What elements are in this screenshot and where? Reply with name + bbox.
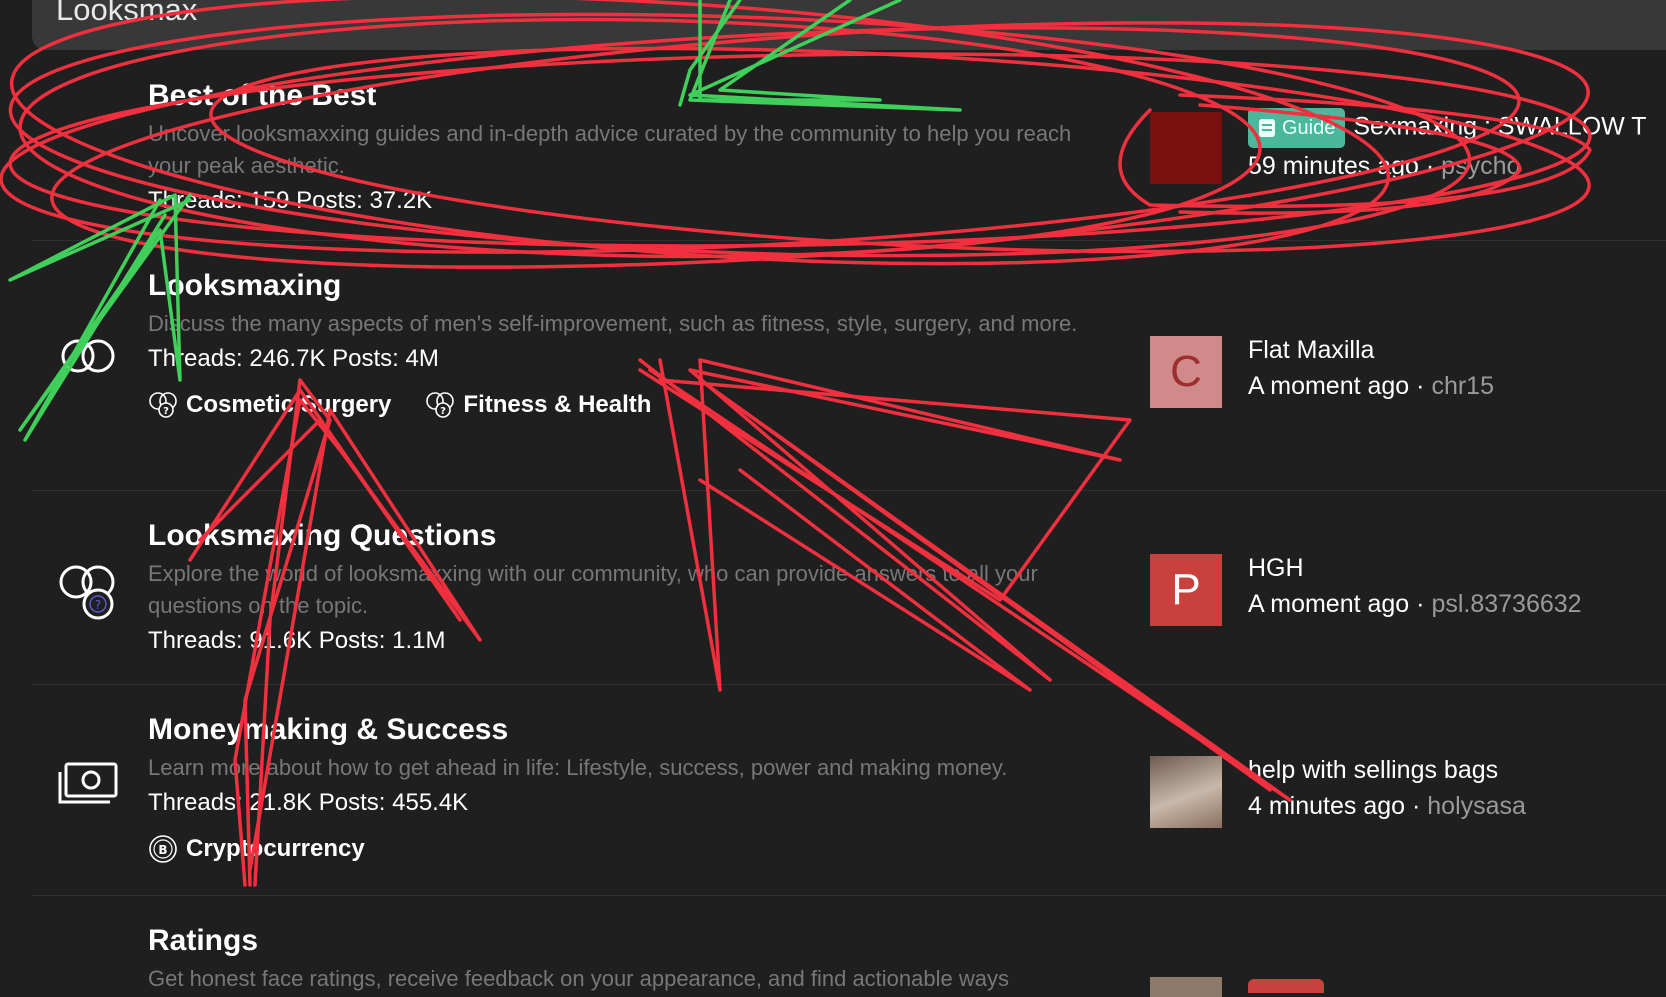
subforum-link-cryptocurrency[interactable]: B Cryptocurrency bbox=[148, 834, 365, 864]
meta-separator: · bbox=[1405, 792, 1428, 820]
subforum-link-cosmetic-surgery[interactable]: ? Cosmetic Surgery bbox=[148, 390, 391, 420]
latest-thread-title[interactable]: Flat Maxilla bbox=[1248, 332, 1666, 368]
forum-title[interactable]: Best of the Best bbox=[148, 78, 1108, 114]
latest-thread-title[interactable]: help with sellings bags bbox=[1248, 752, 1666, 788]
user-photo-avatar[interactable] bbox=[1150, 756, 1222, 828]
avatar[interactable]: P bbox=[1150, 554, 1222, 626]
svg-text:?: ? bbox=[163, 406, 169, 417]
divider bbox=[32, 684, 1666, 685]
document-icon bbox=[1259, 119, 1275, 137]
question-bubbles-icon: ? bbox=[149, 392, 177, 418]
forum-stats: Threads: 91.6K Posts: 1.1M bbox=[148, 627, 446, 654]
category-title[interactable]: Looksmax bbox=[56, 0, 197, 28]
prefix-label: Guide bbox=[1282, 117, 1336, 139]
latest-post-user[interactable]: psl.83736632 bbox=[1431, 590, 1581, 618]
divider bbox=[32, 490, 1666, 491]
latest-post-time: 4 minutes ago bbox=[1248, 792, 1406, 820]
forum-title[interactable]: Moneymaking & Success bbox=[148, 712, 1108, 748]
latest-post-user[interactable]: psycho bbox=[1441, 152, 1520, 180]
latest-thread-title[interactable]: Sexmaxing : SWALLOW T bbox=[1353, 113, 1646, 141]
question-bubbles-icon: ? bbox=[426, 392, 455, 418]
meta-separator: · bbox=[1409, 372, 1432, 400]
forum-stats: Threads: 246.7K Posts: 4M bbox=[148, 345, 439, 372]
latest-post-time: A moment ago bbox=[1248, 372, 1410, 400]
svg-text:B: B bbox=[158, 843, 167, 857]
subforum-link-fitness-health[interactable]: ? Fitness & Health bbox=[425, 390, 651, 420]
forum-title[interactable]: Looksmaxing bbox=[148, 268, 1108, 304]
guide-prefix-badge[interactable]: Guide bbox=[1248, 108, 1346, 148]
avatar[interactable] bbox=[1150, 112, 1222, 184]
cash-icon bbox=[58, 762, 118, 804]
latest-post-user[interactable]: holysasa bbox=[1427, 792, 1526, 820]
avatar[interactable] bbox=[1150, 977, 1222, 997]
latest-post-time: 59 minutes ago bbox=[1248, 152, 1419, 180]
forum-description: Get honest face ratings, receive feedbac… bbox=[148, 966, 1009, 991]
meta-separator: · bbox=[1418, 152, 1442, 180]
latest-post-user[interactable]: chr15 bbox=[1431, 372, 1494, 400]
forum-bubbles-icon bbox=[61, 339, 115, 373]
svg-text:?: ? bbox=[95, 598, 101, 612]
category-header[interactable] bbox=[32, 0, 1666, 50]
prefix-badge[interactable] bbox=[1248, 979, 1324, 993]
forum-stats: Threads: 21.8K Posts: 455.4K bbox=[148, 789, 469, 816]
forum-description: Discuss the many aspects of men's self-i… bbox=[148, 311, 1078, 336]
forum-stats: Threads: 159 Posts: 37.2K bbox=[148, 187, 433, 214]
question-bubbles-icon: ? bbox=[59, 565, 115, 620]
forum-title[interactable]: Ratings bbox=[148, 923, 1108, 959]
latest-thread-title[interactable]: HGH bbox=[1248, 550, 1666, 586]
forum-title[interactable]: Looksmaxing Questions bbox=[148, 518, 1108, 554]
subforum-label: Cryptocurrency bbox=[186, 835, 365, 862]
latest-post-time: A moment ago bbox=[1248, 590, 1410, 618]
subforum-label: Cosmetic Surgery bbox=[186, 391, 392, 418]
avatar[interactable]: C bbox=[1150, 336, 1222, 408]
meta-separator: · bbox=[1409, 590, 1432, 618]
forum-description: Uncover looksmaxxing guides and in-depth… bbox=[148, 121, 1072, 178]
forum-description: Learn more about how to get ahead in lif… bbox=[148, 755, 1008, 780]
subforum-label: Fitness & Health bbox=[463, 391, 652, 418]
divider bbox=[32, 240, 1666, 241]
divider bbox=[32, 895, 1666, 896]
bitcoin-icon: B bbox=[149, 835, 177, 863]
svg-text:?: ? bbox=[441, 406, 447, 417]
forum-description: Explore the world of looksmaxxing with o… bbox=[148, 561, 1038, 618]
